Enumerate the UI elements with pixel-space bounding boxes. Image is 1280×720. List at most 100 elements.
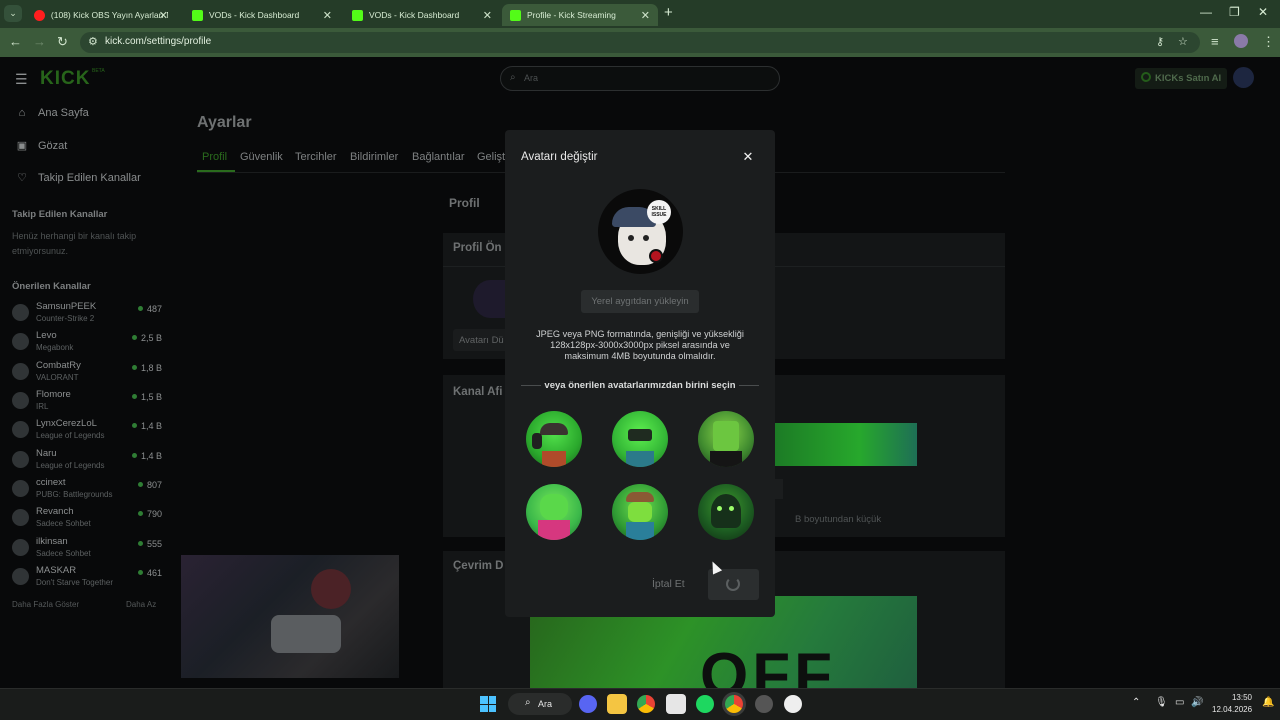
suggested-avatar-4[interactable] [526, 484, 582, 540]
tray-chevron-icon[interactable]: ⌃ [1132, 697, 1140, 708]
suggested-avatar-2[interactable] [612, 411, 668, 467]
upload-from-device-button[interactable]: Yerel aygıtdan yükleyin [581, 290, 699, 313]
show-more-link[interactable]: Daha Fazla Göster [12, 600, 79, 609]
channel-viewers: 1,5 B [132, 392, 162, 402]
buy-kicks-button[interactable]: KICKs Satın Al [1135, 68, 1227, 89]
windows-start-icon[interactable] [480, 696, 496, 712]
notification-bell-icon[interactable]: 🔔 [1262, 697, 1274, 708]
chrome-active-icon[interactable] [725, 695, 743, 713]
channel-item[interactable]: Levo Megabonk 2,5 B [12, 329, 162, 357]
store-icon[interactable] [666, 694, 686, 714]
avatar-head-shape [540, 494, 568, 520]
close-window-icon[interactable]: ✕ [1258, 5, 1268, 19]
channel-item[interactable]: MASKAR Don't Starve Together 461 [12, 564, 162, 592]
channel-game: VALORANT [36, 373, 79, 382]
kick-logo[interactable]: KICK [40, 68, 90, 90]
channel-item[interactable]: Naru League of Legends 1,4 B [12, 447, 162, 475]
url-text: kick.com/settings/profile [105, 36, 212, 47]
loading-spinner-icon [726, 577, 740, 591]
channel-item[interactable]: ccinext PUBG: Battlegrounds 807 [12, 476, 162, 504]
tab-connections[interactable]: Bağlantılar [412, 151, 465, 163]
discord-icon[interactable] [579, 695, 597, 713]
site-info-icon[interactable]: ⚙ [88, 35, 98, 48]
address-bar[interactable]: ⚙ kick.com/settings/profile ⚷ ☆ [80, 32, 1200, 53]
offline-banner-title: Çevrim D [453, 560, 504, 572]
channel-item[interactable]: CombatRy VALORANT 1,8 B [12, 359, 162, 387]
media-control-icon[interactable]: ≡ [1211, 34, 1219, 49]
network-icon[interactable]: ▭ [1175, 697, 1184, 708]
restore-icon[interactable]: ❐ [1229, 5, 1240, 19]
taskbar-search-button[interactable]: ⌕ Ara [508, 693, 572, 715]
channel-game: League of Legends [36, 461, 105, 470]
hamburger-menu-icon[interactable]: ☰ [15, 71, 28, 88]
tab-vods-1[interactable]: VODs - Kick Dashboard ✕ [184, 4, 340, 26]
tab-vods-2[interactable]: VODs - Kick Dashboard ✕ [344, 4, 500, 26]
forward-icon[interactable]: → [33, 34, 46, 49]
heart-icon: ♡ [17, 172, 27, 184]
close-tab-icon[interactable]: ✕ [159, 9, 168, 22]
channel-viewers: 790 [138, 509, 162, 519]
tab-notifications[interactable]: Bildirimler [350, 151, 398, 163]
avatar-eyes-shape [628, 429, 652, 441]
file-explorer-icon[interactable] [607, 694, 627, 714]
taskbar-time[interactable]: 13:50 [1212, 693, 1252, 702]
taskbar-date[interactable]: 12.04.2026 [1212, 705, 1252, 714]
app-icon[interactable] [784, 695, 802, 713]
channel-item[interactable]: ilkinsan Sadece Sohbet 555 [12, 535, 162, 563]
tab-search-button[interactable]: ⌄ [4, 5, 22, 22]
suggested-avatar-6[interactable] [698, 484, 754, 540]
save-button[interactable] [708, 569, 759, 600]
sidebar-item-following[interactable]: ♡ Takip Edilen Kanallar [16, 171, 141, 185]
spotify-icon[interactable] [696, 695, 714, 713]
sidebar-item-home[interactable]: ⌂ Ana Sayfa [16, 107, 89, 119]
password-key-icon[interactable]: ⚷ [1156, 35, 1164, 48]
cancel-button[interactable]: İptal Et [652, 578, 685, 590]
stop-sign-icon [649, 249, 663, 263]
channel-name: CombatRy [36, 360, 81, 371]
upload-requirements-text: JPEG veya PNG formatında, genişliği ve y… [536, 329, 744, 361]
obs-icon[interactable] [755, 695, 773, 713]
avatar-body-shape [626, 522, 654, 540]
channel-item[interactable]: Revanch Sadece Sohbet 790 [12, 505, 162, 533]
reload-icon[interactable]: ↻ [57, 34, 68, 50]
tab-profile-settings[interactable]: Profil [202, 151, 227, 163]
microphone-icon[interactable]: 🎙 [1155, 697, 1168, 708]
sidebar-item-label: Ana Sayfa [38, 107, 89, 119]
minimize-icon[interactable]: — [1200, 5, 1212, 19]
channel-avatar [12, 392, 29, 409]
channel-item[interactable]: Flomore IRL 1,5 B [12, 388, 162, 416]
back-icon[interactable]: ← [9, 34, 22, 49]
close-tab-icon[interactable]: ✕ [483, 9, 492, 22]
channel-name: ilkinsan [36, 536, 68, 547]
channel-avatar [12, 480, 29, 497]
user-avatar[interactable] [1233, 67, 1254, 88]
tab-title: (108) Kick OBS Yayın Ayarları Ne [50, 10, 168, 20]
mini-player-preview[interactable] [181, 555, 399, 678]
profile-avatar-icon[interactable] [1234, 34, 1248, 48]
channel-item[interactable]: SamsunPEEK Counter-Strike 2 487 [12, 300, 162, 328]
search-input[interactable]: ⌕ Ara [500, 66, 780, 91]
close-icon[interactable]: ✕ [741, 150, 755, 164]
close-tab-icon[interactable]: ✕ [641, 9, 650, 22]
kick-icon [510, 9, 521, 21]
chrome-icon[interactable] [637, 695, 655, 713]
channel-item[interactable]: LynxCerezLoL League of Legends 1,4 B [12, 417, 162, 445]
followed-empty-text: Henüz herhangi bir kanalı takip etmiyors… [12, 231, 137, 256]
channel-viewers: 807 [138, 480, 162, 490]
new-tab-button[interactable]: + [664, 4, 673, 21]
suggested-avatar-3[interactable] [698, 411, 754, 467]
suggested-avatar-5[interactable] [612, 484, 668, 540]
bookmark-star-icon[interactable]: ☆ [1178, 35, 1188, 48]
more-menu-icon[interactable]: ⋮ [1262, 34, 1275, 50]
tab-youtube[interactable]: (108) Kick OBS Yayın Ayarları Ne ✕ [26, 4, 176, 26]
tab-security[interactable]: Güvenlik [240, 151, 283, 163]
close-tab-icon[interactable]: ✕ [323, 9, 332, 22]
tab-profile[interactable]: Profile - Kick Streaming ✕ [502, 4, 658, 26]
channel-avatar [12, 568, 29, 585]
show-less-link[interactable]: Daha Az [126, 600, 156, 609]
sidebar-item-browse[interactable]: ▣ Gözat [16, 139, 68, 153]
suggested-avatar-1[interactable] [526, 411, 582, 467]
volume-icon[interactable]: 🔊 [1191, 697, 1203, 708]
channel-banner-title: Kanal Afi [453, 386, 503, 398]
tab-preferences[interactable]: Tercihler [295, 151, 337, 163]
